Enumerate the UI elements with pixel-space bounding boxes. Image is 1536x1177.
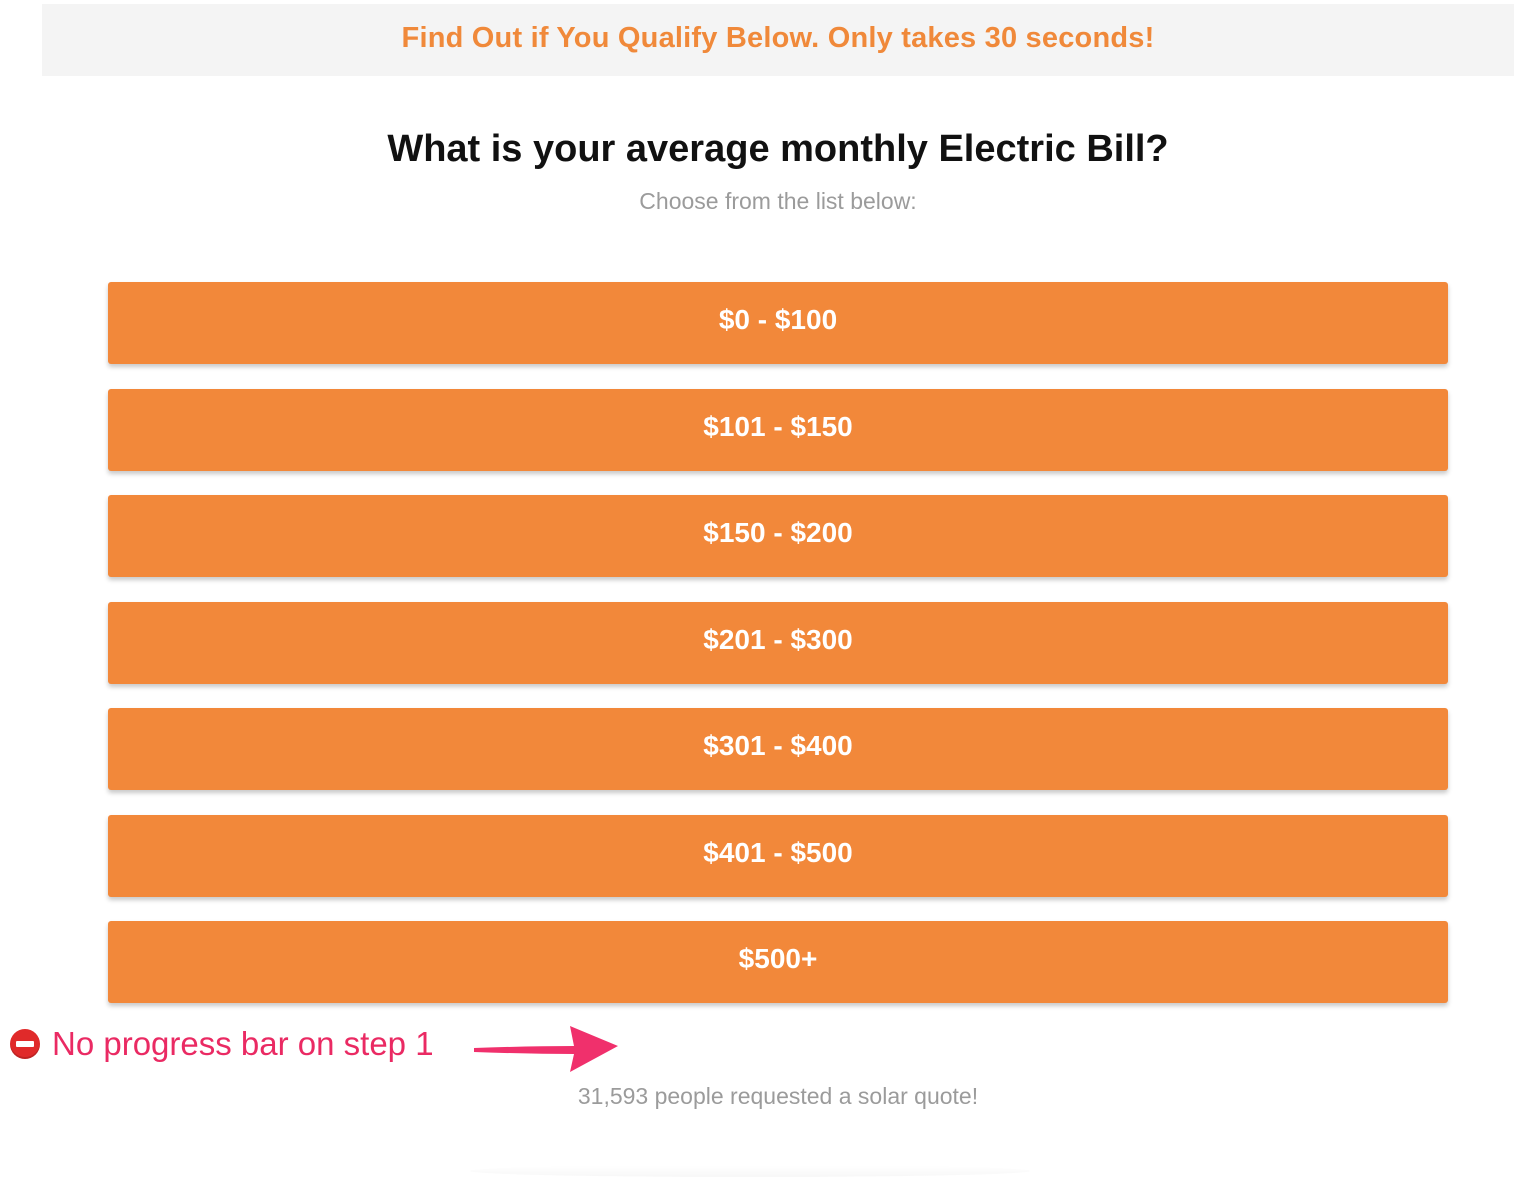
option-button-301-400[interactable]: $301 - $400 <box>108 708 1448 790</box>
question-subtitle: Choose from the list below: <box>639 188 917 214</box>
quote-request-count: 31,593 people requested a solar quote! <box>577 1083 979 1109</box>
option-button-500-plus[interactable]: $500+ <box>108 921 1448 1003</box>
option-button-0-100[interactable]: $0 - $100 <box>108 282 1448 364</box>
option-label: $201 - $300 <box>703 623 853 655</box>
qualify-banner: Find Out if You Qualify Below. Only take… <box>42 4 1514 76</box>
option-label: $500+ <box>738 943 818 974</box>
option-button-401-500[interactable]: $401 - $500 <box>108 814 1448 897</box>
option-label: $150 - $200 <box>703 517 853 548</box>
bottom-divider <box>470 1165 1030 1177</box>
option-label: $401 - $500 <box>703 836 853 868</box>
question-title: What is your average monthly Electric Bi… <box>387 128 1169 170</box>
option-button-150-200[interactable]: $150 - $200 <box>108 495 1448 577</box>
option-label: $101 - $150 <box>703 410 853 442</box>
bill-options-list: $0 - $100 $101 - $150 $150 - $200 $201 -… <box>108 282 1448 1028</box>
option-label: $301 - $400 <box>703 730 853 761</box>
annotation-text: No progress bar on step 1 <box>52 1025 434 1062</box>
option-button-201-300[interactable]: $201 - $300 <box>108 601 1448 684</box>
banner-text: Find Out if You Qualify Below. Only take… <box>401 21 1155 54</box>
annotation-callout: No progress bar on step 1 <box>10 1022 434 1066</box>
option-label: $0 - $100 <box>718 304 838 335</box>
option-button-101-150[interactable]: $101 - $150 <box>108 388 1448 471</box>
arrow-right-icon <box>474 1026 618 1072</box>
no-entry-icon <box>10 1029 40 1059</box>
